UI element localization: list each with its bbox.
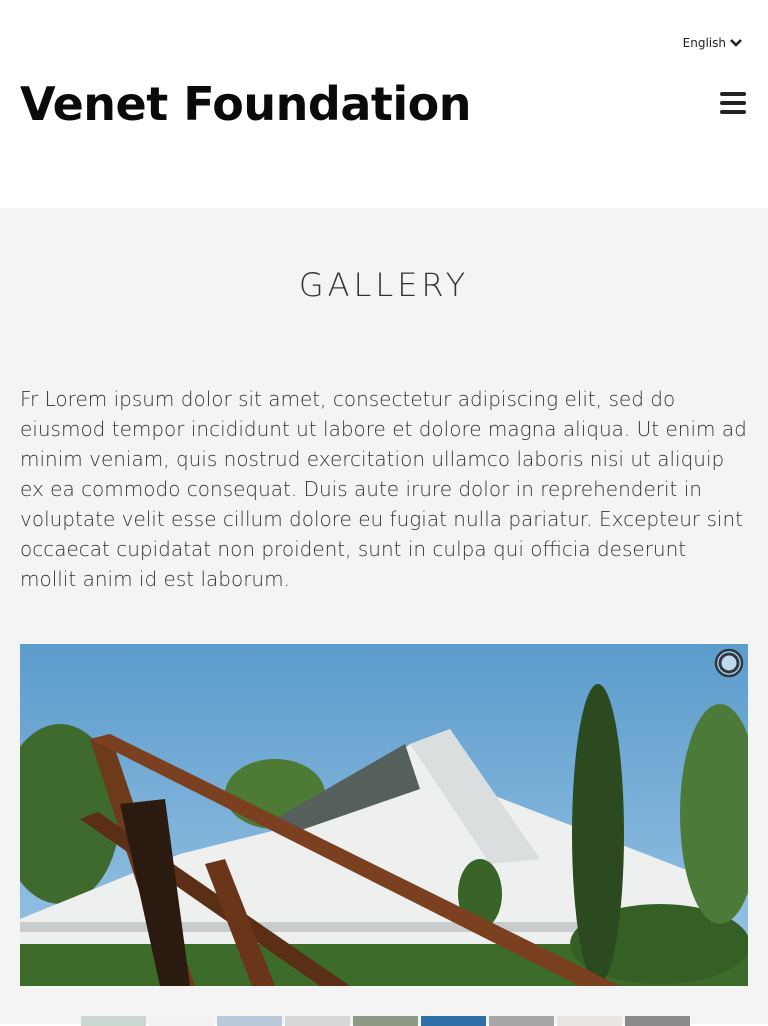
gallery-slideshow-image[interactable] bbox=[20, 644, 748, 986]
gallery-thumbnail[interactable] bbox=[149, 1016, 214, 1026]
language-selector[interactable]: English bbox=[683, 36, 742, 50]
language-label: English bbox=[682, 36, 726, 50]
thumbnail-strip bbox=[81, 1016, 690, 1026]
chevron-down-icon bbox=[730, 39, 742, 47]
gallery-thumbnail[interactable] bbox=[353, 1016, 418, 1026]
page-title: GALLERY bbox=[298, 266, 470, 304]
hamburger-menu-icon[interactable] bbox=[720, 92, 746, 116]
loading-spinner-icon[interactable] bbox=[714, 648, 744, 678]
gallery-section: GALLERY Fr Lorem ipsum dolor sit amet, c… bbox=[0, 208, 768, 1026]
gallery-thumbnail[interactable] bbox=[285, 1016, 350, 1026]
gallery-thumbnail[interactable] bbox=[421, 1016, 486, 1026]
gallery-thumbnail[interactable] bbox=[489, 1016, 554, 1026]
intro-text: Fr Lorem ipsum dolor sit amet, consectet… bbox=[20, 387, 747, 591]
gallery-thumbnail[interactable] bbox=[557, 1016, 622, 1026]
gallery-thumbnail[interactable] bbox=[81, 1016, 146, 1026]
site-logo[interactable]: Venet Foundation bbox=[20, 76, 471, 132]
gallery-thumbnail[interactable] bbox=[625, 1016, 690, 1026]
site-header: English Venet Foundation bbox=[0, 0, 768, 208]
gallery-thumbnail[interactable] bbox=[217, 1016, 282, 1026]
sculpture-photo bbox=[20, 644, 748, 986]
